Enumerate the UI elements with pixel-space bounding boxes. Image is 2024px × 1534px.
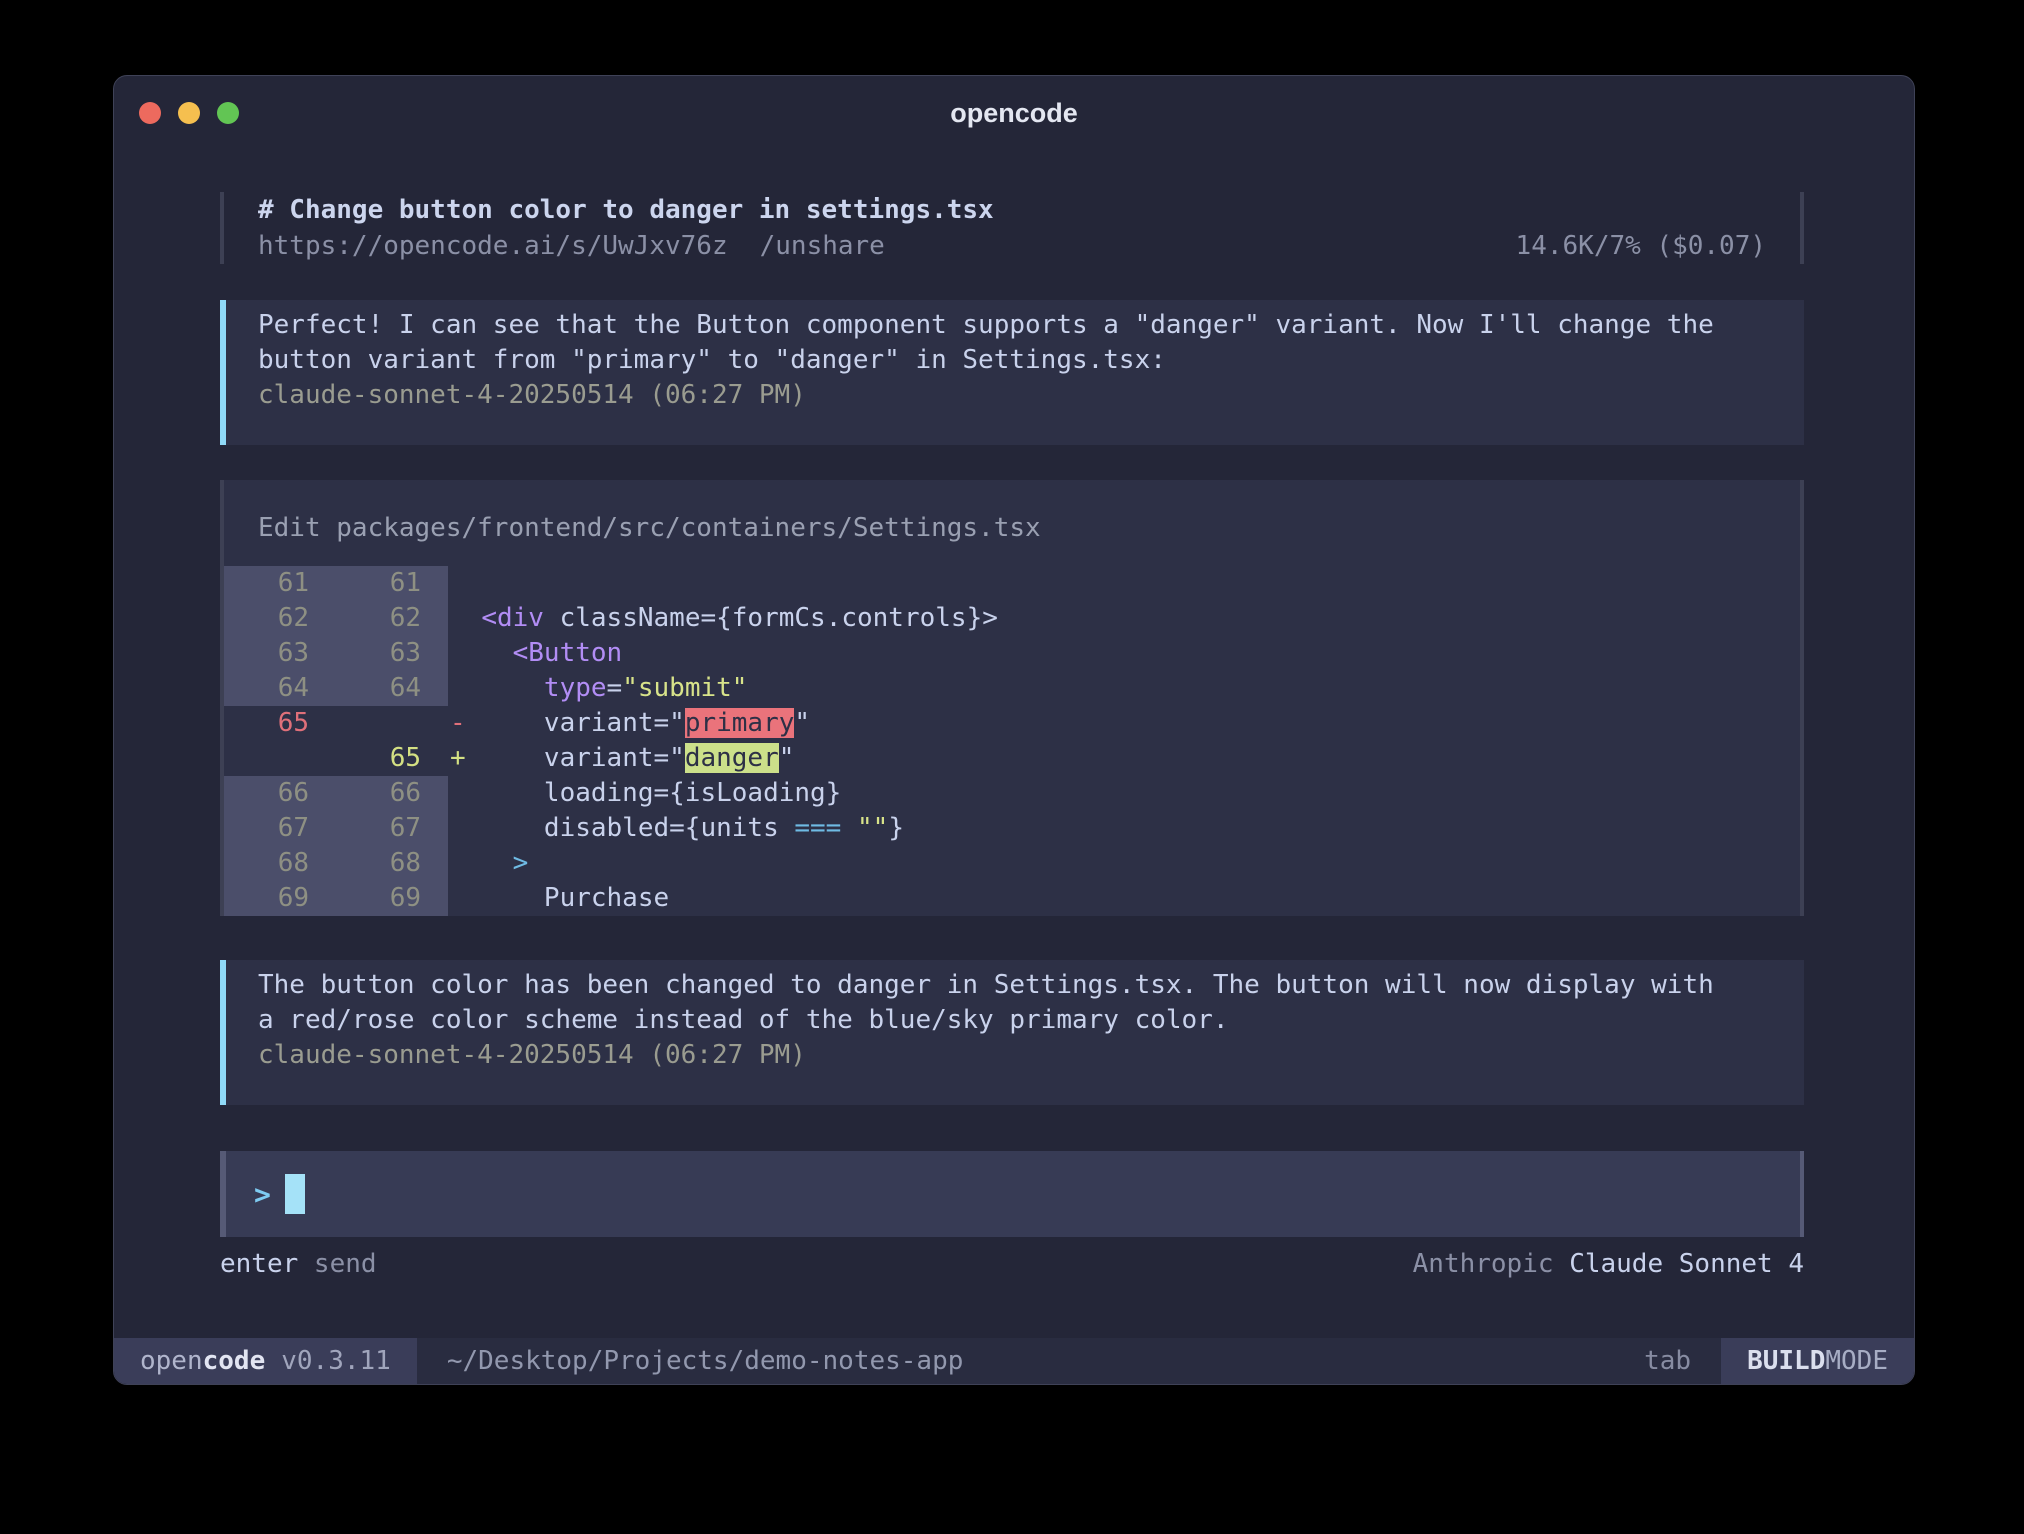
diff-row: 6666 loading={isLoading} (224, 776, 1800, 811)
diff-rows: 61616262 <div className={formCs.controls… (224, 566, 1800, 916)
diff-row: 6767 disabled={units === ""} (224, 811, 1800, 846)
diff-row: 6969 Purchase (224, 881, 1800, 916)
line-number-old: 63 (224, 636, 336, 671)
app-name-code: code (203, 1346, 266, 1376)
titlebar[interactable]: opencode (114, 76, 1914, 150)
app-name-open: open (140, 1346, 203, 1376)
line-number-new: 66 (336, 776, 448, 811)
session-content: # Change button color to danger in setti… (220, 150, 1804, 1282)
diff-row: 6868 > (224, 846, 1800, 881)
hint-row: enter send Anthropic Claude Sonnet 4 (220, 1247, 1804, 1282)
line-number-new: 67 (336, 811, 448, 846)
status-bar: opencode v0.3.11 ~/Desktop/Projects/demo-… (114, 1338, 1914, 1384)
code-line (448, 566, 1800, 601)
diff-row: 6363 <Button (224, 636, 1800, 671)
line-number-new: 61 (336, 566, 448, 601)
diff-row: 6161 (224, 566, 1800, 601)
share-url[interactable]: https://opencode.ai/s/UwJxv76z (258, 228, 728, 264)
line-number-old: 64 (224, 671, 336, 706)
model-timestamp: claude-sonnet-4-20250514 (06:27 PM) (258, 378, 1770, 413)
code-line: + variant="danger" (448, 741, 1800, 776)
line-number-new: 68 (336, 846, 448, 881)
edit-tool-diff-block: Edit packages/frontend/src/containers/Se… (220, 480, 1804, 916)
diff-file-path: Edit packages/frontend/src/containers/Se… (224, 480, 1800, 566)
text-cursor (285, 1174, 305, 1214)
enter-action-hint: send (298, 1249, 376, 1279)
model-timestamp: claude-sonnet-4-20250514 (06:27 PM) (258, 1038, 1770, 1073)
diff-row: 6464 type="submit" (224, 671, 1800, 706)
line-number-new (336, 706, 448, 741)
diff-row: 65 - variant="primary" (224, 706, 1800, 741)
mode-label-rest: MODE (1825, 1346, 1888, 1376)
working-directory: ~/Desktop/Projects/demo-notes-app (447, 1338, 964, 1384)
session-header: # Change button color to danger in setti… (220, 192, 1804, 264)
prompt-chevron: > (254, 1178, 271, 1211)
app-version-segment: opencode v0.3.11 (114, 1338, 417, 1384)
window-title: opencode (114, 76, 1914, 150)
code-line: disabled={units === ""} (448, 811, 1800, 846)
code-line: <div className={formCs.controls}> (448, 601, 1800, 636)
line-number-new: 65 (336, 741, 448, 776)
mode-segment[interactable]: BUILD MODE (1721, 1338, 1914, 1384)
line-number-new: 63 (336, 636, 448, 671)
enter-key-hint: enter (220, 1249, 298, 1279)
line-number-old: 65 (224, 706, 336, 741)
line-number-new: 64 (336, 671, 448, 706)
prompt-input[interactable]: > (220, 1151, 1804, 1237)
message-text-line: button variant from "primary" to "danger… (258, 343, 1770, 378)
app-version: v0.3.11 (281, 1346, 391, 1376)
diff-row: 6262 <div className={formCs.controls}> (224, 601, 1800, 636)
code-line: type="submit" (448, 671, 1800, 706)
model-name: Claude Sonnet 4 (1569, 1249, 1804, 1279)
diff-row: 65+ variant="danger" (224, 741, 1800, 776)
unshare-command[interactable]: /unshare (760, 228, 885, 264)
line-number-new: 69 (336, 881, 448, 916)
line-number-old: 69 (224, 881, 336, 916)
line-number-old: 66 (224, 776, 336, 811)
opencode-terminal-window: opencode # Change button color to danger… (113, 75, 1915, 1385)
code-line: > (448, 846, 1800, 881)
session-title: # Change button color to danger in setti… (258, 192, 1766, 228)
line-number-old: 62 (224, 601, 336, 636)
code-line: Purchase (448, 881, 1800, 916)
token-usage-stats: 14.6K/7% ($0.07) (1516, 228, 1766, 264)
message-text-line: a red/rose color scheme instead of the b… (258, 1003, 1770, 1038)
message-text-line: The button color has been changed to dan… (258, 968, 1770, 1003)
assistant-message-2: The button color has been changed to dan… (220, 960, 1804, 1105)
assistant-message-1: Perfect! I can see that the Button compo… (220, 300, 1804, 445)
message-text-line: Perfect! I can see that the Button compo… (258, 308, 1770, 343)
tab-key-hint[interactable]: tab (1644, 1338, 1691, 1384)
code-line: <Button (448, 636, 1800, 671)
code-line: - variant="primary" (448, 706, 1800, 741)
provider-name: Anthropic (1413, 1249, 1570, 1279)
line-number-old: 68 (224, 846, 336, 881)
line-number-old: 61 (224, 566, 336, 601)
line-number-old: 67 (224, 811, 336, 846)
line-number-old (224, 741, 336, 776)
code-line: loading={isLoading} (448, 776, 1800, 811)
line-number-new: 62 (336, 601, 448, 636)
mode-label-bold: BUILD (1747, 1346, 1825, 1376)
